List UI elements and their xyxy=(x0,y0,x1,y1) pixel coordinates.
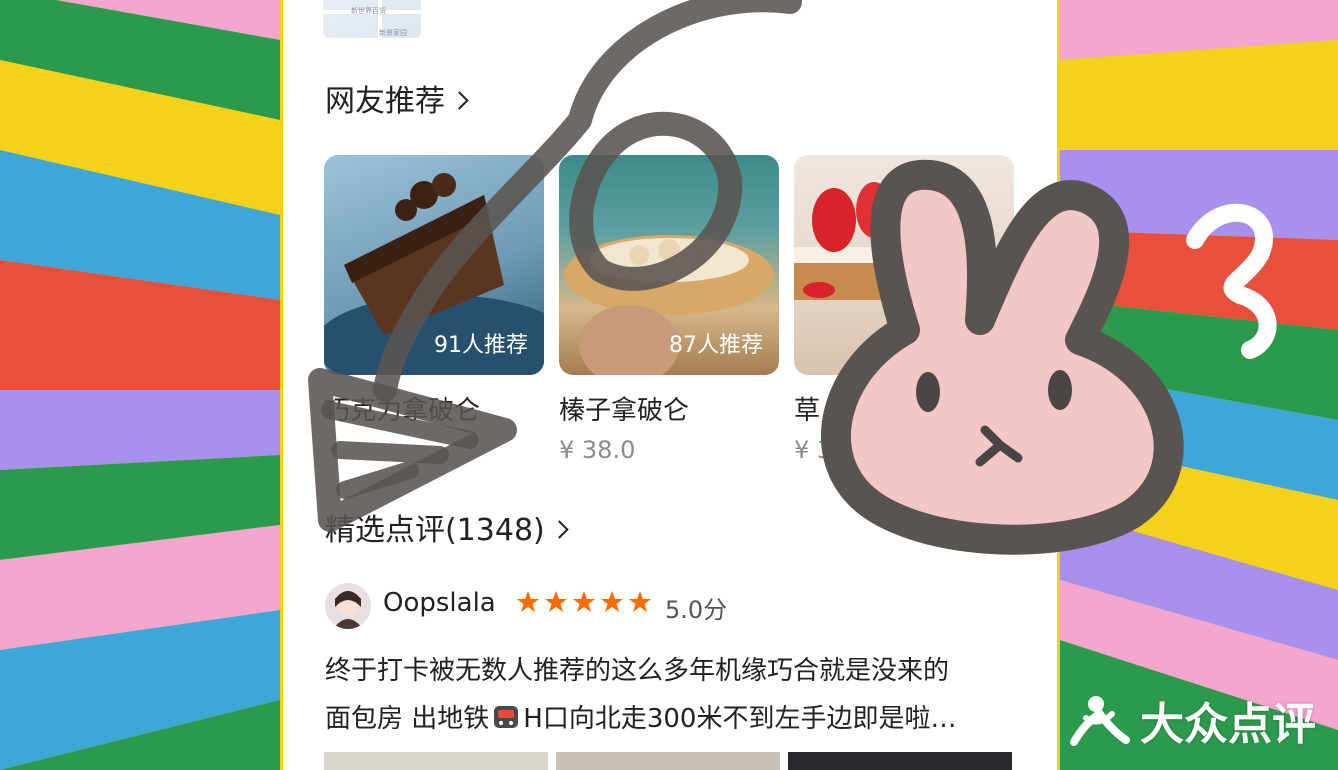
chevron-right-icon xyxy=(450,91,469,110)
review-text-segment: H口向北走300米不到左手边即是啦… xyxy=(523,704,957,734)
star-icon xyxy=(573,591,595,612)
recommend-count: 91人推荐 xyxy=(434,333,528,358)
star-icon xyxy=(545,591,567,612)
dish-name: 草 xyxy=(794,396,821,426)
strawberry-pastry-image xyxy=(794,182,914,300)
dianping-watermark: 大众点评 xyxy=(1068,688,1316,752)
review-text-line[interactable]: 面包房 出地铁 H口向北走300米不到左手边即是啦… xyxy=(325,698,956,735)
recommend-count: 87人推荐 xyxy=(669,333,763,358)
subway-icon xyxy=(494,706,519,728)
recommend-section-header[interactable]: 网友推荐 xyxy=(325,76,469,120)
dianping-logo-icon xyxy=(1070,696,1130,746)
dish-name: 巧克力拿破仑 xyxy=(324,396,481,426)
dish-card[interactable] xyxy=(794,155,1014,375)
rating-stars xyxy=(516,590,652,614)
star-icon xyxy=(601,591,623,612)
dish-card[interactable]: 87人推荐 xyxy=(559,155,779,375)
watermark-text: 大众点评 xyxy=(1140,699,1316,750)
dish-price: ¥ 38.0 xyxy=(559,436,636,464)
dish-name: 榛子拿破仑 xyxy=(559,396,690,426)
dish-card[interactable]: 91人推荐 xyxy=(324,155,544,375)
review-photo[interactable] xyxy=(788,752,1012,770)
review-photo[interactable] xyxy=(324,752,548,770)
shop-detail-card: 新世界百货 新景家园 网友推荐 91人推荐 巧克力拿破仑 87人推荐 榛子拿破仑 xyxy=(283,0,1057,770)
reviews-section-title: 精选点评(1348) xyxy=(325,513,545,548)
map-label: 新世界百货 xyxy=(351,7,386,15)
dish-price: ¥ 3 xyxy=(794,436,833,464)
star-icon xyxy=(629,591,651,612)
map-label: 新景家园 xyxy=(379,29,407,37)
review-text-segment: 面包房 出地铁 xyxy=(325,704,490,734)
star-icon xyxy=(517,591,539,612)
reviewer-name[interactable]: Oopslala xyxy=(383,588,496,618)
recommend-section-title: 网友推荐 xyxy=(325,84,445,119)
chevron-right-icon xyxy=(550,520,569,539)
review-score: 5.0分 xyxy=(665,596,728,624)
review-photo[interactable] xyxy=(556,752,780,770)
avatar[interactable] xyxy=(325,583,371,629)
review-text-line[interactable]: 终于打卡被无数人推荐的这么多年机缘巧合就是没来的 xyxy=(325,650,949,687)
map-thumbnail[interactable]: 新世界百货 新景家园 xyxy=(323,0,421,38)
reviews-section-header[interactable]: 精选点评(1348) xyxy=(325,505,569,549)
